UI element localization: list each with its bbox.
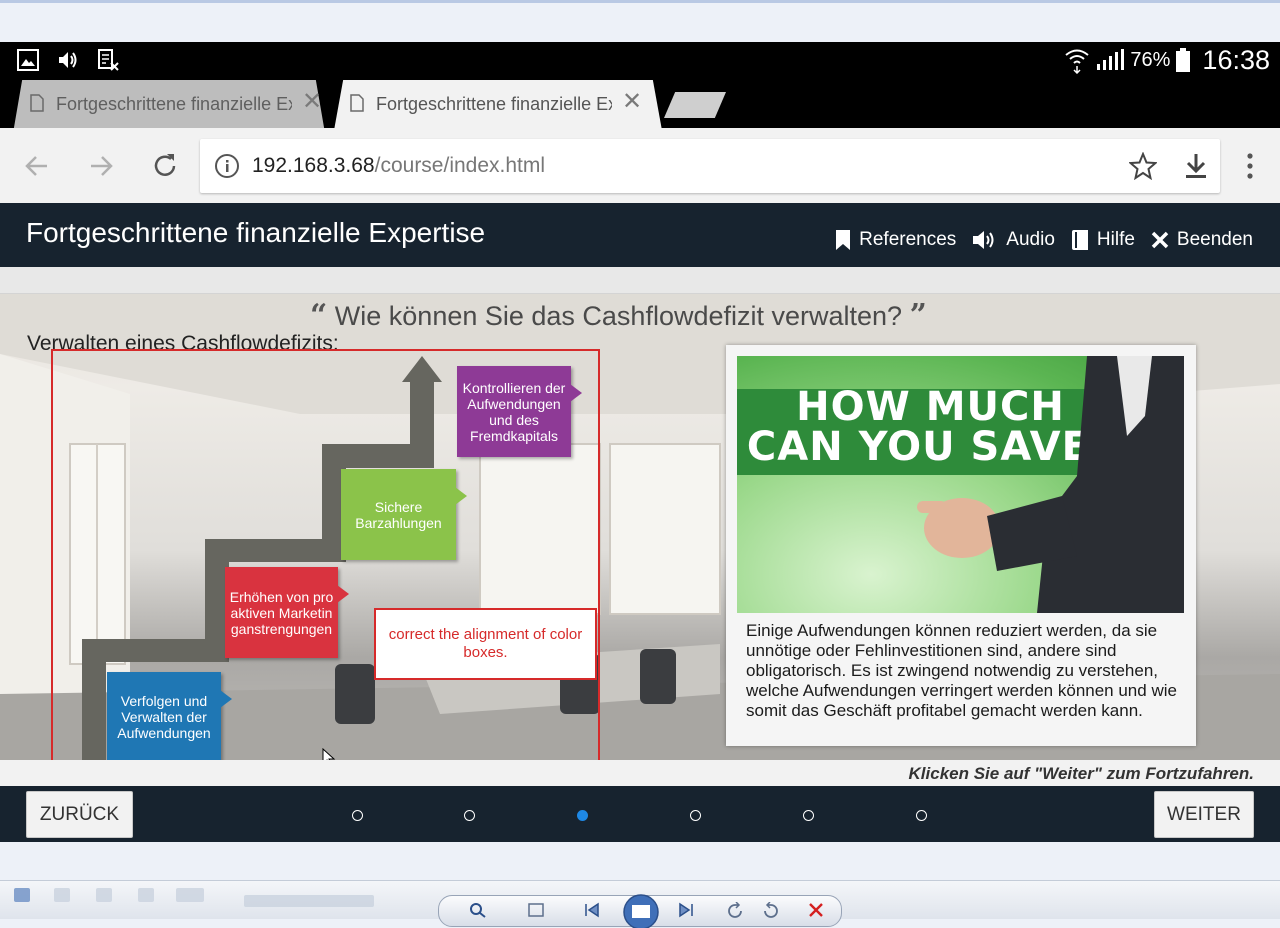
next-icon[interactable] bbox=[677, 902, 695, 918]
course-menu: References Audio Hilfe Beenden bbox=[835, 229, 1253, 251]
battery-icon bbox=[1176, 48, 1191, 72]
hint-bar: Klicken Sie auf "Weiter" zum Fortzufahre… bbox=[0, 760, 1280, 786]
signal-icon bbox=[1097, 49, 1125, 70]
menu-label: Hilfe bbox=[1096, 229, 1135, 250]
menu-item-audio[interactable]: Audio bbox=[972, 229, 1055, 251]
fit-window-icon[interactable] bbox=[527, 902, 545, 918]
page-dot-5[interactable] bbox=[803, 810, 814, 821]
course-header: Fortgeschrittene finanzielle Expertise R… bbox=[0, 203, 1280, 267]
info-card-text: Einige Aufwendungen können reduziert wer… bbox=[746, 621, 1177, 720]
close-quote-icon: ” bbox=[909, 298, 927, 333]
url-host: 192.168.3.68 bbox=[252, 154, 375, 177]
mouse-cursor-icon bbox=[322, 748, 336, 760]
forward-arrow-icon[interactable] bbox=[85, 150, 117, 182]
wifi-icon bbox=[1065, 49, 1090, 74]
slide-navigation: ZURÜCK WEITER bbox=[0, 786, 1280, 842]
browser-tab-strip: Fortgeschrittene finanzielle Expertise ✕… bbox=[0, 78, 1280, 128]
course-subbar bbox=[0, 267, 1280, 294]
gallery-icon bbox=[17, 49, 39, 71]
slide-question: “ Wie können Sie das Cashflowdefizit ver… bbox=[310, 298, 927, 333]
close-icon bbox=[1151, 231, 1169, 249]
host-window-gap bbox=[0, 842, 1280, 880]
page-dot-2[interactable] bbox=[464, 810, 475, 821]
promo-image: HOW MUCH CAN YOU SAVE? bbox=[737, 356, 1184, 613]
close-tab-icon[interactable]: ✕ bbox=[302, 90, 322, 114]
address-bar[interactable]: 192.168.3.68/course/index.html bbox=[200, 139, 1220, 193]
step-box-3: Sichere Barzahlungen bbox=[341, 469, 467, 560]
info-card: HOW MUCH CAN YOU SAVE? Einige Aufwendung… bbox=[726, 345, 1196, 746]
menu-item-references[interactable]: References bbox=[835, 229, 956, 251]
url-path: /course/index.html bbox=[374, 154, 546, 177]
url-text[interactable]: 192.168.3.68/course/index.html bbox=[252, 154, 545, 178]
question-text: Wie können Sie das Cashflowdefizit verwa… bbox=[334, 301, 903, 331]
next-button[interactable]: WEITER bbox=[1154, 791, 1254, 838]
host-window-top bbox=[0, 0, 1280, 42]
taskbar-app-icon[interactable] bbox=[54, 888, 70, 902]
status-clock: 16:38 bbox=[1202, 44, 1270, 75]
page-icon bbox=[30, 94, 44, 112]
android-status-bar: 76% 16:38 bbox=[0, 42, 1280, 78]
back-button[interactable]: ZURÜCK bbox=[26, 791, 133, 838]
menu-label: Audio bbox=[1006, 229, 1055, 250]
open-quote-icon: “ bbox=[310, 298, 328, 333]
book-icon bbox=[1071, 230, 1088, 250]
page-icon bbox=[350, 94, 364, 112]
rotate-right-icon[interactable] bbox=[761, 902, 779, 918]
step-box-2: Erhöhen von pro aktiven Marketin ganstre… bbox=[225, 567, 349, 658]
browser-toolbar: 192.168.3.68/course/index.html bbox=[0, 128, 1280, 203]
tab-title: Fortgeschrittene finanzielle Expertise bbox=[56, 94, 292, 114]
host-taskbar bbox=[0, 880, 1280, 928]
tab-title: Fortgeschrittene finanzielle Expertise bbox=[376, 94, 612, 114]
businessman-figure-image bbox=[917, 356, 1184, 613]
browser-tab-1[interactable]: Fortgeschrittene finanzielle Expertise ✕ bbox=[4, 80, 334, 128]
download-icon[interactable] bbox=[1183, 152, 1209, 180]
menu-item-exit[interactable]: Beenden bbox=[1151, 229, 1253, 251]
document-blocked-icon bbox=[98, 49, 119, 71]
delete-icon[interactable] bbox=[807, 902, 825, 918]
page-dot-1[interactable] bbox=[352, 810, 363, 821]
slide-stage: “ Wie können Sie das Cashflowdefizit ver… bbox=[0, 294, 1280, 760]
continue-hint: Klicken Sie auf "Weiter" zum Fortzufahre… bbox=[908, 764, 1254, 783]
page-dot-3[interactable] bbox=[577, 810, 588, 821]
close-tab-icon[interactable]: ✕ bbox=[622, 90, 642, 114]
slideshow-icon[interactable] bbox=[619, 894, 663, 928]
info-icon[interactable] bbox=[214, 153, 240, 179]
taskbar-window-button[interactable] bbox=[244, 895, 374, 907]
speaker-icon bbox=[973, 231, 994, 249]
battery-percent: 76% bbox=[1130, 48, 1171, 71]
step-box-1: Verfolgen und Verwalten der Aufwendungen bbox=[107, 672, 232, 760]
taskbar-app-icon[interactable] bbox=[14, 888, 30, 902]
volume-icon bbox=[59, 52, 77, 68]
page-dot-4[interactable] bbox=[690, 810, 701, 821]
menu-label: Beenden bbox=[1176, 229, 1253, 250]
bookmark-icon bbox=[836, 230, 851, 250]
menu-item-help[interactable]: Hilfe bbox=[1071, 229, 1135, 251]
browser-tab-2[interactable]: Fortgeschrittene finanzielle Expertise ✕ bbox=[324, 80, 672, 128]
taskbar-app-icon[interactable] bbox=[96, 888, 112, 902]
photo-viewer-controls bbox=[438, 894, 842, 928]
reload-icon[interactable] bbox=[149, 150, 181, 182]
course-title: Fortgeschrittene finanzielle Expertise bbox=[26, 217, 486, 248]
taskbar-app-icon[interactable] bbox=[176, 888, 204, 902]
zoom-icon[interactable] bbox=[469, 902, 487, 918]
rotate-left-icon[interactable] bbox=[727, 902, 745, 918]
more-menu-icon[interactable] bbox=[1240, 152, 1260, 180]
bookmark-star-icon[interactable] bbox=[1129, 152, 1157, 180]
menu-label: References bbox=[859, 229, 957, 250]
taskbar-app-icon[interactable] bbox=[138, 888, 154, 902]
page-dot-6[interactable] bbox=[916, 810, 927, 821]
review-comment-box: correct the alignment of color boxes. bbox=[374, 608, 597, 680]
back-arrow-icon[interactable] bbox=[21, 150, 53, 182]
previous-icon[interactable] bbox=[583, 902, 601, 918]
step-box-4: Kontrollieren der Aufwendungen und des F… bbox=[457, 366, 582, 457]
